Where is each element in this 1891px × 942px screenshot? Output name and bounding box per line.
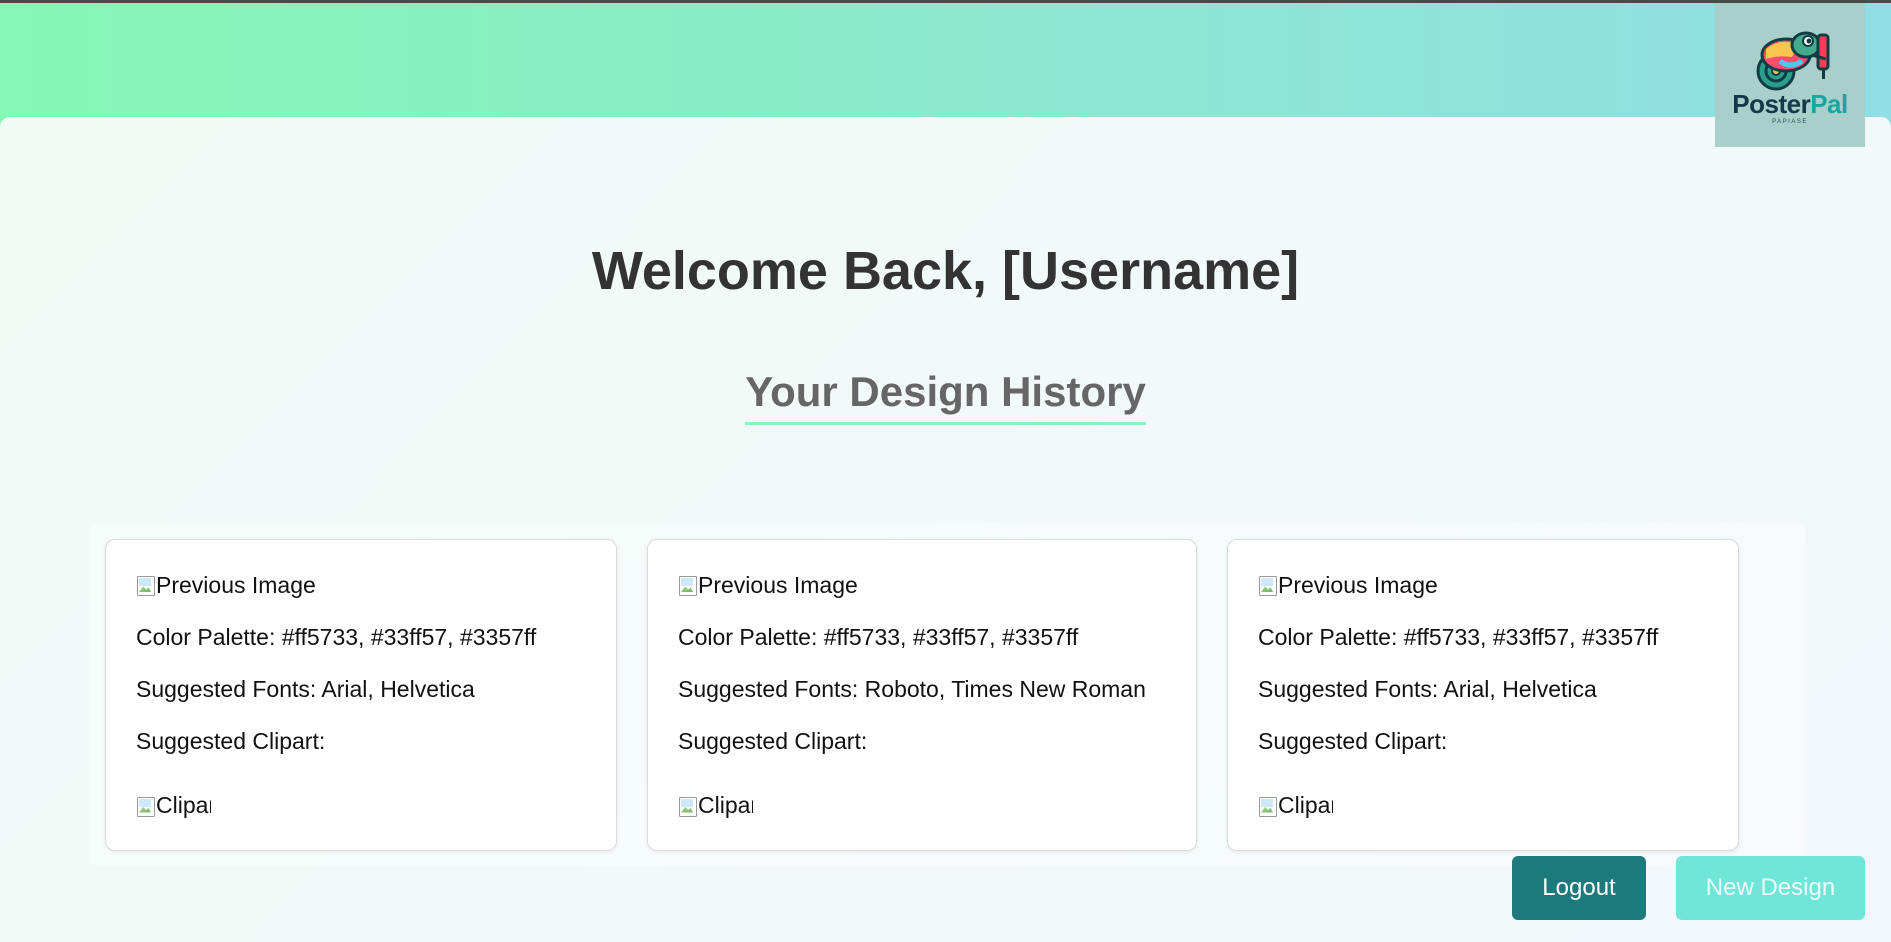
suggested-fonts-text: Suggested Fonts: Roboto, Times New Roman: [678, 676, 1146, 702]
clipart-image[interactable]: Clipart: [678, 792, 753, 819]
broken-image-icon: [1258, 795, 1278, 817]
welcome-heading: Welcome Back, [Username]: [591, 241, 1300, 301]
design-card[interactable]: Previous Image Color Palette: #ff5733, #…: [1227, 539, 1739, 851]
brand-tagline: PAPIASE: [1772, 119, 1808, 125]
suggested-clipart-label: Suggested Clipart:: [136, 728, 326, 754]
previous-image-alt: Previous Image: [156, 572, 316, 598]
clipart-image[interactable]: Clipart: [136, 792, 211, 819]
clipart-image-alt: Clipart: [698, 792, 753, 818]
previous-image[interactable]: Previous Image: [678, 570, 858, 600]
previous-image[interactable]: Previous Image: [1258, 570, 1438, 600]
previous-image-alt: Previous Image: [1278, 572, 1438, 598]
suggested-fonts-text: Suggested Fonts: Arial, Helvetica: [136, 676, 475, 702]
color-palette-text: Color Palette: #ff5733, #33ff57, #3357ff: [136, 624, 537, 650]
previous-image[interactable]: Previous Image: [136, 570, 316, 600]
logout-button[interactable]: Logout: [1512, 856, 1646, 920]
suggested-clipart-label: Suggested Clipart:: [678, 728, 868, 754]
clipart-image-alt: Clipart: [156, 792, 211, 818]
broken-image-icon: [678, 574, 698, 596]
brand-wordmark: PosterPal: [1732, 89, 1848, 119]
new-design-button[interactable]: New Design: [1676, 856, 1865, 920]
previous-image-alt: Previous Image: [698, 572, 858, 598]
color-palette-text: Color Palette: #ff5733, #33ff57, #3357ff: [678, 624, 1079, 650]
history-heading-wrap: Your Design History: [0, 368, 1891, 425]
broken-image-icon: [678, 795, 698, 817]
brand-name-part2: Pal: [1810, 89, 1848, 119]
color-palette-text: Color Palette: #ff5733, #33ff57, #3357ff: [1258, 624, 1659, 650]
top-border: [0, 0, 1891, 3]
brand-name-part1: Poster: [1732, 89, 1811, 119]
suggested-clipart-label: Suggested Clipart:: [1258, 728, 1448, 754]
clipart-image[interactable]: Clipart: [1258, 792, 1333, 819]
broken-image-icon: [1258, 574, 1278, 596]
broken-image-icon: [136, 795, 156, 817]
broken-image-icon: [136, 574, 156, 596]
suggested-fonts-text: Suggested Fonts: Arial, Helvetica: [1258, 676, 1597, 702]
design-history-heading: Your Design History: [745, 368, 1146, 425]
design-card[interactable]: Previous Image Color Palette: #ff5733, #…: [105, 539, 617, 851]
design-card[interactable]: Previous Image Color Palette: #ff5733, #…: [647, 539, 1197, 851]
chameleon-logo-icon: [1756, 31, 1830, 91]
brand-logo[interactable]: PosterPal PAPIASE: [1715, 3, 1865, 147]
clipart-image-alt: Clipart: [1278, 792, 1333, 818]
